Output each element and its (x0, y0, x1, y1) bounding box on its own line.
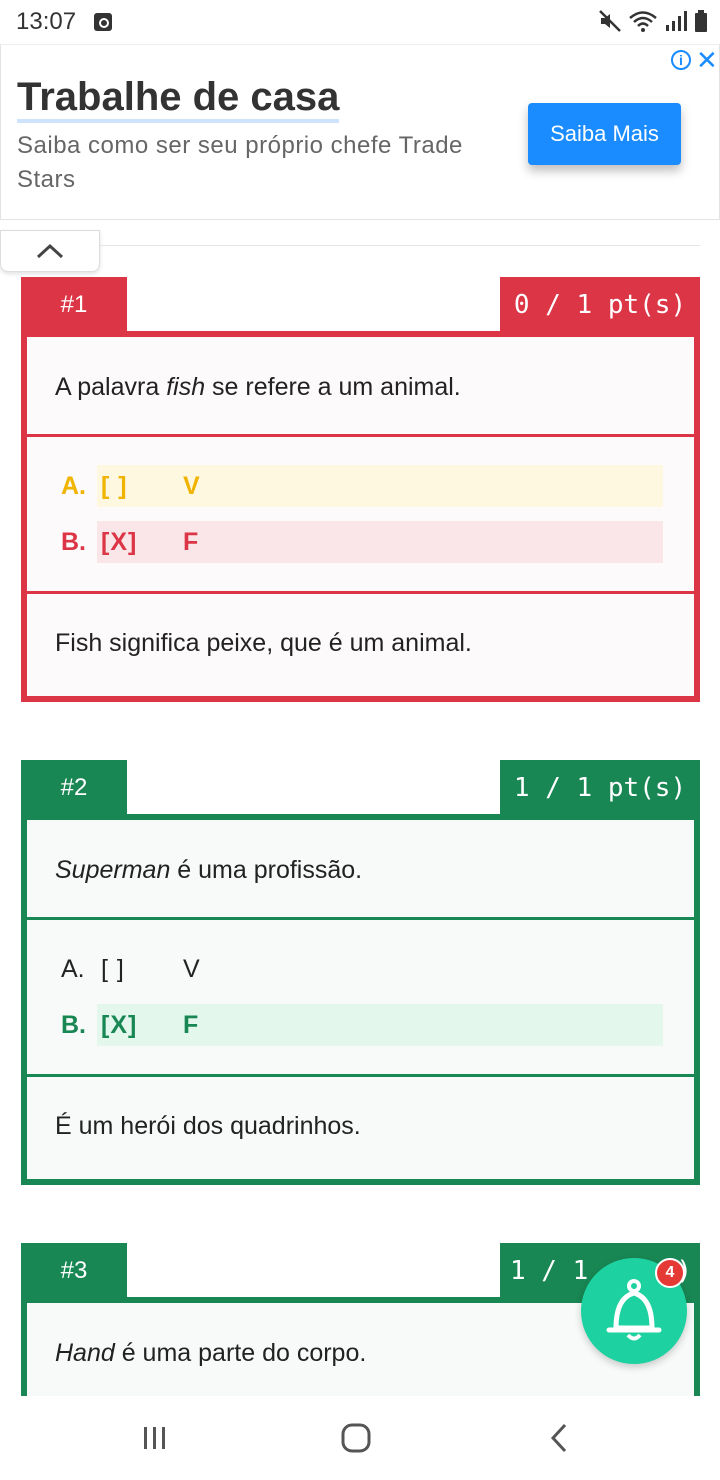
explanation-text: É um herói dos quadrinhos. (55, 1111, 361, 1140)
option-checkbox: [ ] (101, 471, 128, 500)
back-button[interactable] (537, 1418, 581, 1458)
explanation: É um herói dos quadrinhos. (27, 1077, 694, 1175)
statement-text-end: é uma parte do corpo. (114, 1338, 367, 1367)
status-time: 13:07 (16, 8, 77, 35)
system-nav-bar (0, 1396, 720, 1480)
alarm-icon (94, 13, 112, 31)
status-bar: 13:07 (0, 0, 720, 44)
recent-apps-icon (144, 1427, 165, 1449)
option-letter: B. (61, 1010, 86, 1039)
question-number: #1 (21, 277, 127, 333)
recent-apps-button[interactable] (133, 1418, 177, 1458)
notification-badge: 4 (655, 1258, 685, 1288)
question-points: 1 / 1 pt(s) (500, 760, 700, 816)
home-icon (341, 1423, 371, 1453)
option-letter: A. (61, 954, 85, 983)
back-icon (550, 1423, 567, 1453)
statement-text-end: se refere a um animal. (205, 372, 461, 401)
battery-icon (695, 10, 707, 32)
statement-emphasis: fish (166, 372, 206, 401)
info-icon[interactable]: i (671, 50, 691, 70)
ad-title[interactable]: Trabalhe de casa (17, 75, 340, 123)
option-a[interactable]: A. [ ] V (61, 948, 663, 990)
bell-icon (606, 1279, 662, 1341)
chevron-up-icon (36, 243, 64, 259)
home-button[interactable] (334, 1418, 378, 1458)
answer-options: A. [ ] V B. [X] F (27, 920, 694, 1077)
question-header: #1 0 / 1 pt(s) (21, 277, 700, 333)
question-points: 0 / 1 pt(s) (500, 277, 700, 333)
question-number: #2 (21, 760, 127, 816)
explanation: Fish significa peixe, que é um animal. (27, 594, 694, 692)
answer-options: A. [ ] V B. [X] F (27, 437, 694, 594)
option-value: F (183, 527, 199, 556)
option-value: V (183, 954, 200, 983)
statement-text-end: é uma profissão. (170, 855, 363, 884)
option-checkbox: [X] (101, 1010, 138, 1039)
option-b[interactable]: B. [X] F (61, 521, 663, 563)
collapse-ad-button[interactable] (0, 230, 100, 272)
mute-icon (599, 10, 621, 32)
divider (100, 245, 700, 246)
signal-icon (666, 11, 687, 31)
question-body: Superman é uma profissão. A. [ ] V B. [X… (21, 814, 700, 1185)
ad-cta-button[interactable]: Saiba Mais (528, 103, 681, 165)
question-body: A palavra fish se refere a um animal. A.… (21, 331, 700, 702)
option-a[interactable]: A. [ ] V (61, 465, 663, 507)
explanation-text: Fish significa peixe, que é um animal. (55, 628, 472, 657)
option-letter: B. (61, 527, 86, 556)
option-letter: A. (61, 471, 86, 500)
question-statement: A palavra fish se refere a um animal. (27, 337, 694, 437)
ad-subtitle: Saiba como ser seu próprio chefe Trade S… (17, 132, 463, 193)
wifi-icon (629, 11, 657, 32)
question-number: #3 (21, 1243, 127, 1299)
statement-emphasis: Superman (55, 855, 171, 884)
statement-text: A palavra (55, 372, 167, 401)
option-b[interactable]: B. [X] F (61, 1004, 663, 1046)
option-checkbox: [X] (101, 527, 138, 556)
statement-emphasis: Hand (55, 1338, 115, 1367)
option-value: V (183, 471, 200, 500)
option-value: F (183, 1010, 199, 1039)
ad-banner[interactable]: Trabalhe de casa Saiba como ser seu próp… (0, 44, 720, 220)
question-header: #2 1 / 1 pt(s) (21, 760, 700, 816)
close-icon[interactable]: ✕ (696, 45, 718, 76)
question-points-visible: 1 / 1 (510, 1256, 589, 1286)
question-statement: Superman é uma profissão. (27, 820, 694, 920)
option-checkbox: [ ] (101, 954, 125, 983)
